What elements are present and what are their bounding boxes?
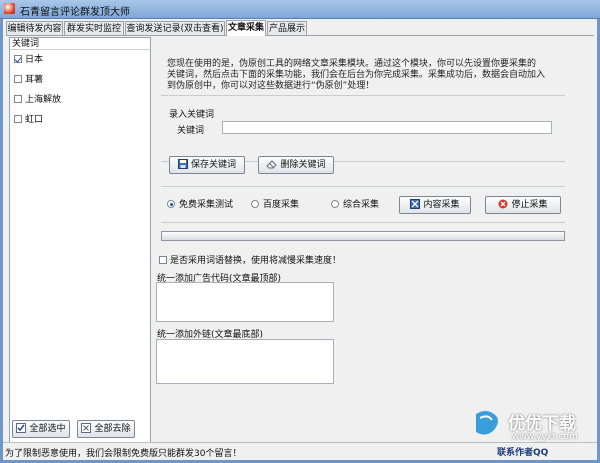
status-text: 为了限制恶意使用，我们会限制免费版只能群发30个留言！ bbox=[5, 449, 242, 459]
keyword-panel: 关键词 日本 耳薯 上海解放 虹口 bbox=[9, 37, 151, 443]
intro-line: 您现在使用的是，伪原创工具的网络文章采集模块。通过这个模块，你可以先设置你要采集… bbox=[167, 59, 537, 69]
title-bar[interactable]: 石青留言评论群发顶大师 bbox=[0, 0, 600, 19]
save-keyword-label: 保存关键词 bbox=[190, 160, 236, 170]
mode-comprehensive[interactable]: 综合采集 bbox=[331, 199, 379, 211]
eraser-icon bbox=[266, 159, 278, 175]
keyword-item[interactable]: 上海解放 bbox=[14, 93, 61, 107]
tab-product-showcase[interactable]: 产品展示 bbox=[267, 21, 307, 35]
mode-label: 综合采集 bbox=[343, 200, 380, 210]
mode-label: 百度采集 bbox=[263, 200, 300, 210]
content-collect-button[interactable]: 内容采集 bbox=[399, 196, 471, 214]
synonym-checkbox[interactable] bbox=[159, 256, 167, 264]
tab-edit-content[interactable]: 编辑待发内容 bbox=[6, 21, 63, 35]
tab-divider bbox=[6, 35, 594, 36]
uncheck-icon bbox=[81, 423, 92, 439]
keyword-item[interactable]: 日本 bbox=[14, 53, 43, 67]
delete-keyword-label: 删除关键词 bbox=[280, 160, 326, 170]
intro-line: 到伪原创中，你可以对这些数据进行“伪原创”处理！ bbox=[167, 81, 375, 91]
divider bbox=[161, 186, 565, 187]
intro-text: 您现在使用的是，伪原创工具的网络文章采集模块。通过这个模块，你可以先设置你要采集… bbox=[167, 59, 577, 92]
keyword-item[interactable]: 耳薯 bbox=[14, 73, 43, 87]
tab-send-records[interactable]: 查询发送记录(双击查看) bbox=[125, 21, 225, 35]
app-window: 石青留言评论群发顶大师 编辑待发内容 群发实时监控 查询发送记录(双击查看) 文… bbox=[0, 0, 600, 463]
checklist-icon bbox=[16, 423, 27, 439]
watermark-url: www.yyxt.com bbox=[512, 432, 578, 442]
ext-link-textarea[interactable] bbox=[156, 339, 334, 384]
tab-monitor[interactable]: 群发实时监控 bbox=[64, 21, 124, 35]
select-all-label: 全部选中 bbox=[29, 424, 66, 434]
ad-code-textarea[interactable] bbox=[156, 282, 334, 322]
keyword-label: 日本 bbox=[25, 55, 44, 65]
mode-baidu[interactable]: 百度采集 bbox=[251, 199, 299, 211]
keyword-label: 虹口 bbox=[25, 115, 44, 125]
collect-icon bbox=[410, 199, 421, 215]
watermark-text: 优优下载 bbox=[508, 414, 576, 434]
synonym-replace-option[interactable]: 是否采用词语替换，使用将减慢采集速度！ bbox=[159, 255, 341, 267]
mode-free-test[interactable]: 免费采集测试 bbox=[167, 199, 233, 211]
radio-button[interactable] bbox=[167, 200, 175, 208]
keyword-label: 耳薯 bbox=[25, 75, 44, 85]
keyword-checkbox[interactable] bbox=[14, 95, 22, 103]
radio-button[interactable] bbox=[331, 200, 339, 208]
window-title: 石青留言评论群发顶大师 bbox=[20, 7, 130, 18]
keyword-checkbox[interactable] bbox=[14, 115, 22, 123]
content-collect-label: 内容采集 bbox=[423, 200, 460, 210]
keyword-item[interactable]: 虹口 bbox=[14, 113, 43, 127]
site-watermark: 优优下载 www.yyxt.com bbox=[472, 406, 590, 452]
select-all-button[interactable]: 全部选中 bbox=[12, 420, 70, 438]
stop-icon bbox=[498, 199, 508, 215]
stop-collect-button[interactable]: 停止采集 bbox=[485, 196, 561, 214]
save-keyword-button[interactable]: 保存关键词 bbox=[169, 156, 245, 174]
synonym-label: 是否采用词语替换，使用将减慢采集速度！ bbox=[170, 256, 342, 266]
stop-collect-label: 停止采集 bbox=[511, 200, 548, 210]
app-icon bbox=[4, 3, 15, 14]
delete-keyword-button[interactable]: 删除关键词 bbox=[258, 156, 334, 174]
divider bbox=[161, 95, 565, 96]
divider bbox=[161, 222, 565, 223]
mode-label: 免费采集测试 bbox=[179, 200, 234, 210]
tab-article-collect[interactable]: 文章采集 bbox=[226, 20, 266, 36]
keyword-checkbox[interactable] bbox=[14, 55, 22, 63]
keyword-field-label: 关键词 bbox=[177, 126, 205, 136]
client-area: 编辑待发内容 群发实时监控 查询发送记录(双击查看) 文章采集 产品展示 关键词… bbox=[3, 19, 597, 460]
input-keyword-section-label: 录入关键词 bbox=[169, 110, 215, 120]
collect-progress-bar bbox=[161, 231, 565, 241]
keyword-label: 上海解放 bbox=[25, 95, 62, 105]
intro-line: 关键词，然后点击下面的采集功能，我们会在后台为你完成采集。采集成功后，数据会自动… bbox=[167, 70, 546, 80]
keyword-input[interactable] bbox=[222, 121, 552, 134]
keyword-list-header: 关键词 bbox=[10, 38, 150, 50]
deselect-all-label: 全部去除 bbox=[94, 424, 131, 434]
keyword-checkbox[interactable] bbox=[14, 75, 22, 83]
deselect-all-button[interactable]: 全部去除 bbox=[77, 420, 135, 438]
radio-button[interactable] bbox=[251, 200, 259, 208]
save-icon bbox=[177, 159, 188, 175]
